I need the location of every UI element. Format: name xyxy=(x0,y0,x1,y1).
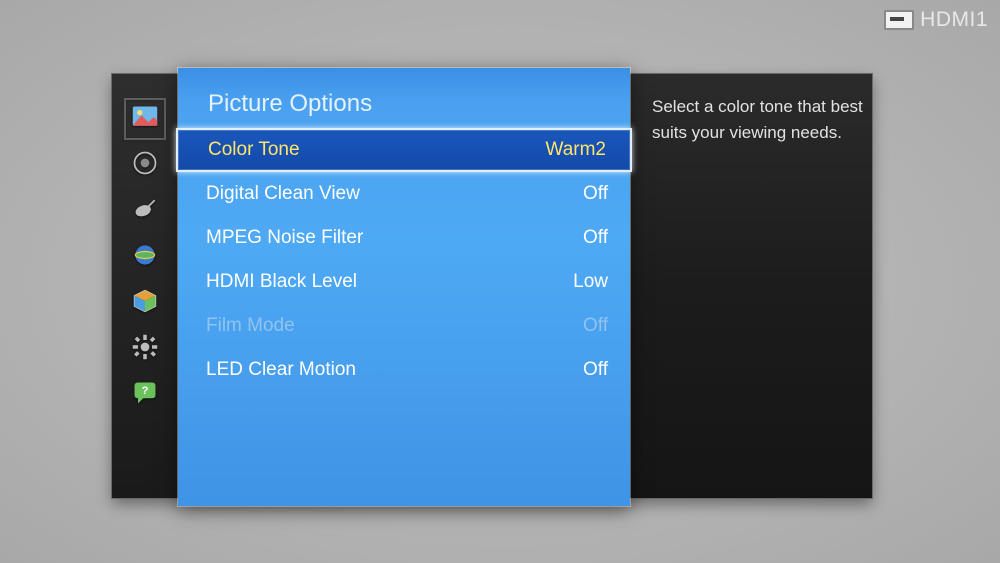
menu-row-value: Low xyxy=(573,271,608,293)
menu-row-led-clear-motion[interactable]: LED Clear Motion Off xyxy=(178,348,630,392)
help-description: Select a color tone that best suits your… xyxy=(652,94,864,145)
menu-row-color-tone[interactable]: Color Tone Warm2 xyxy=(176,128,632,172)
sidebar-item-support[interactable]: ? xyxy=(128,378,162,412)
picture-icon xyxy=(131,103,159,136)
menu-row-value: Off xyxy=(583,227,608,249)
menu-row-label: LED Clear Motion xyxy=(206,359,356,381)
menu-row-label: MPEG Noise Filter xyxy=(206,227,363,249)
menu-row-label: HDMI Black Level xyxy=(206,271,357,293)
options-panel: Picture Options Color Tone Warm2 Digital C… xyxy=(178,68,630,506)
menu-row-mpeg-noise-filter[interactable]: MPEG Noise Filter Off xyxy=(178,216,630,260)
speaker-icon xyxy=(131,149,159,182)
svg-text:?: ? xyxy=(142,384,149,396)
sidebar-item-sound[interactable] xyxy=(128,148,162,182)
osd-window: ? Picture Options Color ToneWarm2Digital… xyxy=(112,74,872,498)
menu-row-label: Color Tone xyxy=(208,139,300,161)
menu-row-label: Film Mode xyxy=(206,315,295,337)
sidebar-item-smart[interactable] xyxy=(128,286,162,320)
input-source-label: HDMI1 xyxy=(920,8,988,32)
input-source-badge: HDMI1 xyxy=(884,8,988,32)
satellite-icon xyxy=(131,195,159,228)
sidebar-item-broadcast[interactable] xyxy=(128,194,162,228)
menu-row-digital-clean-view[interactable]: Digital Clean View Off xyxy=(178,172,630,216)
panel-title: Picture Options xyxy=(178,68,630,128)
hdmi-port-icon xyxy=(884,10,914,30)
sidebar-item-network[interactable] xyxy=(128,240,162,274)
menu-row-value: Off xyxy=(583,359,608,381)
gear-icon xyxy=(131,333,159,366)
menu-row-hdmi-black-level[interactable]: HDMI Black Level Low xyxy=(178,260,630,304)
sidebar-item-system[interactable] xyxy=(128,332,162,366)
menu-list: Color ToneWarm2Digital Clean ViewOffMPEG… xyxy=(178,128,630,392)
cube-icon xyxy=(131,287,159,320)
menu-row-label: Digital Clean View xyxy=(206,183,360,205)
menu-row-value: Off xyxy=(583,183,608,205)
support-icon: ? xyxy=(131,379,159,412)
menu-row-value: Off xyxy=(583,315,608,337)
globe-icon xyxy=(131,241,159,274)
sidebar-item-picture[interactable] xyxy=(128,102,162,136)
category-sidebar: ? xyxy=(112,74,178,498)
menu-row-film-mode: Film Mode Off xyxy=(178,304,630,348)
menu-row-value: Warm2 xyxy=(545,139,606,161)
